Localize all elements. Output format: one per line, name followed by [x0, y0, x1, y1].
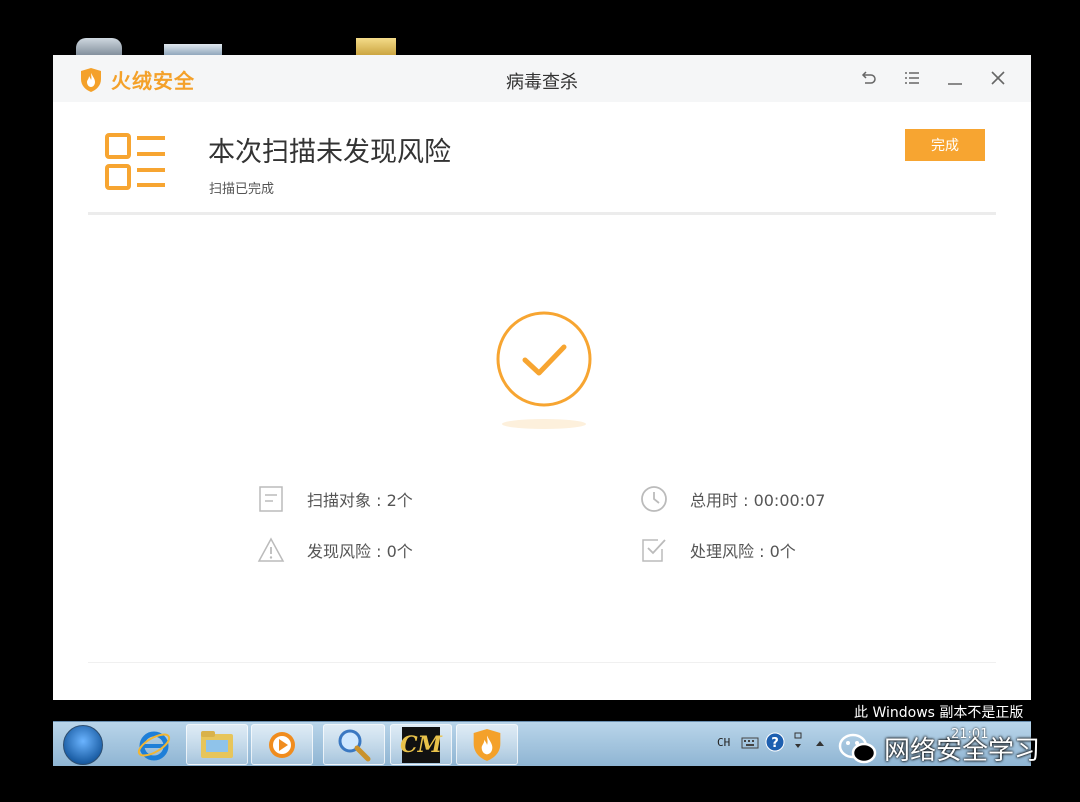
ime-options-icon[interactable]	[793, 732, 803, 754]
recycle-bin-icon[interactable]	[76, 38, 122, 56]
stat-total-time: 总用时 : 00:00:07	[640, 485, 825, 513]
huorong-window: 火绒安全 病毒查杀 本次扫描未发现风险 扫描已完成 完成 扫描对象: 2个 总…	[53, 55, 1031, 700]
stat-risks-found: 发现风险 : 0个	[257, 536, 413, 564]
scan-targets-text: 扫描对象 : 2个	[307, 491, 413, 510]
activation-notice: 此 Windows 副本不是正版	[854, 705, 1024, 721]
search-magnifier-icon	[338, 729, 371, 761]
back-button[interactable]	[858, 67, 880, 89]
cm-app-icon: CM	[400, 726, 442, 763]
taskbar-cm-app[interactable]: CM	[390, 724, 452, 765]
risks-handled-text: 处理风险 : 0个	[690, 542, 796, 561]
language-indicator[interactable]: CH	[717, 736, 730, 749]
success-check-icon	[496, 311, 592, 429]
explorer-icon	[201, 730, 233, 758]
result-headline: 本次扫描未发现风险	[208, 137, 451, 168]
menu-button[interactable]	[901, 67, 923, 89]
done-button[interactable]: 完成	[905, 129, 985, 161]
minimize-button[interactable]	[944, 67, 966, 89]
result-subline: 扫描已完成	[209, 182, 275, 197]
folder-icon[interactable]	[356, 38, 396, 56]
total-time-text: 总用时 : 00:00:07	[690, 491, 826, 510]
taskbar-explorer[interactable]	[186, 724, 248, 765]
wechat-icon	[838, 733, 877, 763]
tray-expand-icon[interactable]	[815, 739, 825, 747]
scan-report-icon	[105, 133, 165, 190]
svg-text:?: ?	[771, 736, 779, 751]
taskbar-media-player[interactable]	[251, 724, 313, 765]
taskbar-search[interactable]	[323, 724, 385, 765]
document-icon	[259, 486, 283, 512]
close-icon	[991, 71, 1005, 85]
taskbar-huorong[interactable]	[456, 724, 518, 765]
minimize-icon	[948, 83, 962, 85]
window-title: 病毒查杀	[506, 72, 578, 93]
checkbox-icon	[642, 539, 666, 562]
menu-icon	[905, 72, 919, 84]
stat-scan-targets: 扫描对象 : 2个	[257, 485, 413, 513]
taskbar-ie[interactable]	[123, 724, 185, 765]
back-icon	[861, 71, 876, 84]
start-button[interactable]	[63, 725, 103, 765]
divider	[88, 212, 996, 215]
stat-risks-handled: 处理风险 : 0个	[640, 536, 796, 564]
huorong-icon	[473, 728, 501, 761]
help-icon[interactable]: ?	[765, 732, 785, 752]
keyboard-icon[interactable]	[741, 736, 759, 750]
close-button[interactable]	[987, 67, 1009, 89]
ie-icon	[137, 731, 171, 760]
title-bar: 火绒安全 病毒查杀	[53, 55, 1031, 102]
wechat-watermark: 网络安全学习	[838, 730, 1040, 767]
divider-bottom	[88, 662, 996, 663]
risks-found-text: 发现风险 : 0个	[307, 542, 413, 561]
watermark-text: 网络安全学习	[884, 736, 1041, 766]
warning-icon	[257, 537, 285, 562]
clock-icon	[641, 486, 667, 512]
media-player-icon	[269, 731, 295, 758]
